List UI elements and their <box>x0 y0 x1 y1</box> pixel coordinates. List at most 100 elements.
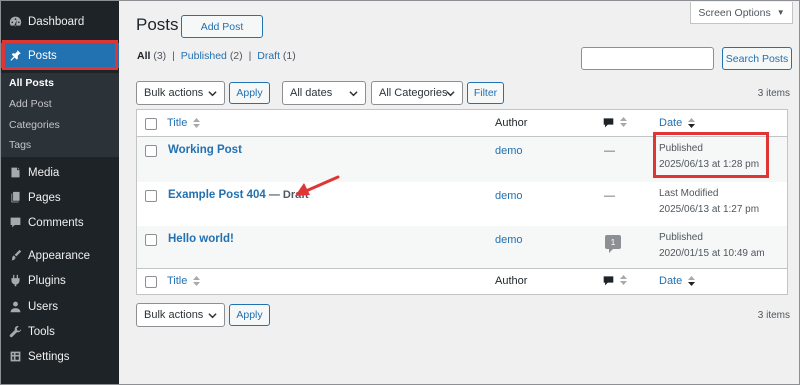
pages-icon <box>8 191 22 205</box>
admin-sidebar: Dashboard Posts All Posts Add Post Categ… <box>0 0 119 385</box>
menu-media-label: Media <box>28 166 60 179</box>
post-author-link[interactable]: demo <box>495 190 523 202</box>
menu-posts[interactable]: Posts <box>0 43 119 68</box>
filter-all-count: (3) <box>153 50 167 62</box>
categories-value: All Categories <box>379 87 448 99</box>
dates-value: All dates <box>290 87 333 99</box>
menu-settings[interactable]: Settings <box>0 344 119 369</box>
screen-options-button[interactable]: Screen Options ▼ <box>690 2 793 24</box>
wrench-icon <box>8 325 22 339</box>
bulk-actions-select[interactable]: Bulk actions <box>136 81 225 105</box>
pin-icon <box>8 49 22 63</box>
post-author-link[interactable]: demo <box>495 145 523 157</box>
post-title-link[interactable]: Hello world! <box>168 233 234 245</box>
post-status: Published <box>659 143 703 154</box>
table-footer: Title Author Date <box>137 268 787 295</box>
post-comments: — <box>604 145 615 157</box>
menu-media[interactable]: Media <box>0 160 119 185</box>
dashboard-icon <box>8 15 22 29</box>
post-title-link[interactable]: Working Post <box>168 144 242 156</box>
search-input[interactable] <box>581 47 714 70</box>
screen-options-label: Screen Options <box>698 6 771 19</box>
menu-dashboard[interactable]: Dashboard <box>0 9 119 34</box>
select-all-checkbox[interactable] <box>145 118 157 130</box>
row-checkbox[interactable] <box>145 145 157 157</box>
row-checkbox[interactable] <box>145 234 157 246</box>
menu-pages-label: Pages <box>28 191 61 204</box>
column-author-footer: Author <box>495 275 528 287</box>
users-icon <box>8 300 22 314</box>
comments-icon <box>8 216 22 230</box>
red-arrow-icon <box>295 175 340 196</box>
settings-icon <box>8 350 22 364</box>
add-post-button[interactable]: Add Post <box>181 15 263 38</box>
menu-pages[interactable]: Pages <box>0 185 119 210</box>
filter-label: Filter <box>473 87 498 99</box>
bulk-actions-value: Bulk actions <box>144 309 204 321</box>
page-title: Posts <box>136 15 179 34</box>
apply-button[interactable]: Apply <box>229 82 270 104</box>
post-timestamp: 2025/06/13 at 1:27 pm <box>659 204 760 215</box>
bulk-actions-select-bottom[interactable]: Bulk actions <box>136 303 225 327</box>
filter-all-link[interactable]: All <box>137 50 150 62</box>
bulk-actions-value: Bulk actions <box>144 87 204 99</box>
menu-settings-label: Settings <box>28 350 70 363</box>
post-status: Last Modified <box>659 188 719 199</box>
sort-icon <box>620 117 628 128</box>
column-date-label: Date <box>659 275 683 287</box>
column-comments-header[interactable] <box>603 116 628 128</box>
sort-icon <box>688 118 696 129</box>
dates-select[interactable]: All dates <box>282 81 366 105</box>
post-timestamp: 2025/06/13 at 1:28 pm <box>659 159 760 170</box>
menu-posts-label: Posts <box>28 49 57 62</box>
comment-icon <box>603 275 614 285</box>
categories-select[interactable]: All Categories <box>371 81 463 105</box>
post-comments: — <box>604 190 615 202</box>
caret-down-icon: ▼ <box>776 8 785 17</box>
post-status: Published <box>659 232 703 243</box>
column-date-label: Date <box>659 117 683 129</box>
column-title-footer[interactable]: Title <box>167 275 201 287</box>
column-date-header[interactable]: Date <box>659 117 696 129</box>
apply-button-bottom[interactable]: Apply <box>229 304 270 326</box>
filter-draft-link[interactable]: Draft <box>257 50 280 62</box>
sort-icon <box>193 118 201 129</box>
column-comments-footer[interactable] <box>603 274 628 286</box>
select-all-checkbox[interactable] <box>145 276 157 288</box>
post-date: Last Modified 2025/06/13 at 1:27 pm <box>659 186 759 218</box>
menu-appearance-label: Appearance <box>28 249 91 262</box>
row-checkbox[interactable] <box>145 190 157 202</box>
submenu-tags[interactable]: Tags <box>9 139 31 151</box>
chevron-down-icon <box>208 89 217 98</box>
menu-appearance[interactable]: Appearance <box>0 243 119 268</box>
menu-plugins[interactable]: Plugins <box>0 268 119 293</box>
filter-button[interactable]: Filter <box>467 82 504 104</box>
post-title-link[interactable]: Example Post 404 <box>168 189 266 201</box>
sort-icon <box>620 275 628 286</box>
items-count-bottom: 3 items <box>757 310 790 321</box>
menu-tools[interactable]: Tools <box>0 319 119 344</box>
table-header: Title Author Date <box>137 110 787 137</box>
submenu-all-posts[interactable]: All Posts <box>9 77 54 89</box>
menu-comments[interactable]: Comments <box>0 210 119 235</box>
apply-label: Apply <box>236 87 263 99</box>
column-date-footer[interactable]: Date <box>659 275 696 287</box>
menu-tools-label: Tools <box>28 325 55 338</box>
post-date: Published 2020/01/15 at 10:49 am <box>659 230 765 262</box>
submenu-add-post[interactable]: Add Post <box>9 98 52 110</box>
table-row: Working Post demo — Published 2025/06/13… <box>137 137 787 182</box>
paintbrush-icon <box>8 249 22 263</box>
post-author-link[interactable]: demo <box>495 234 523 246</box>
search-posts-button[interactable]: Search Posts <box>722 47 792 70</box>
media-icon <box>8 166 22 180</box>
sort-icon <box>688 276 696 287</box>
column-title-header[interactable]: Title <box>167 117 201 129</box>
filter-published-link[interactable]: Published <box>181 50 227 62</box>
chevron-down-icon <box>446 89 455 98</box>
filter-separator: | <box>172 50 175 62</box>
menu-plugins-label: Plugins <box>28 274 66 287</box>
submenu-categories[interactable]: Categories <box>9 119 60 131</box>
comment-count-bubble[interactable]: 1 <box>605 235 621 253</box>
menu-users[interactable]: Users <box>0 294 119 319</box>
menu-comments-label: Comments <box>28 216 84 229</box>
